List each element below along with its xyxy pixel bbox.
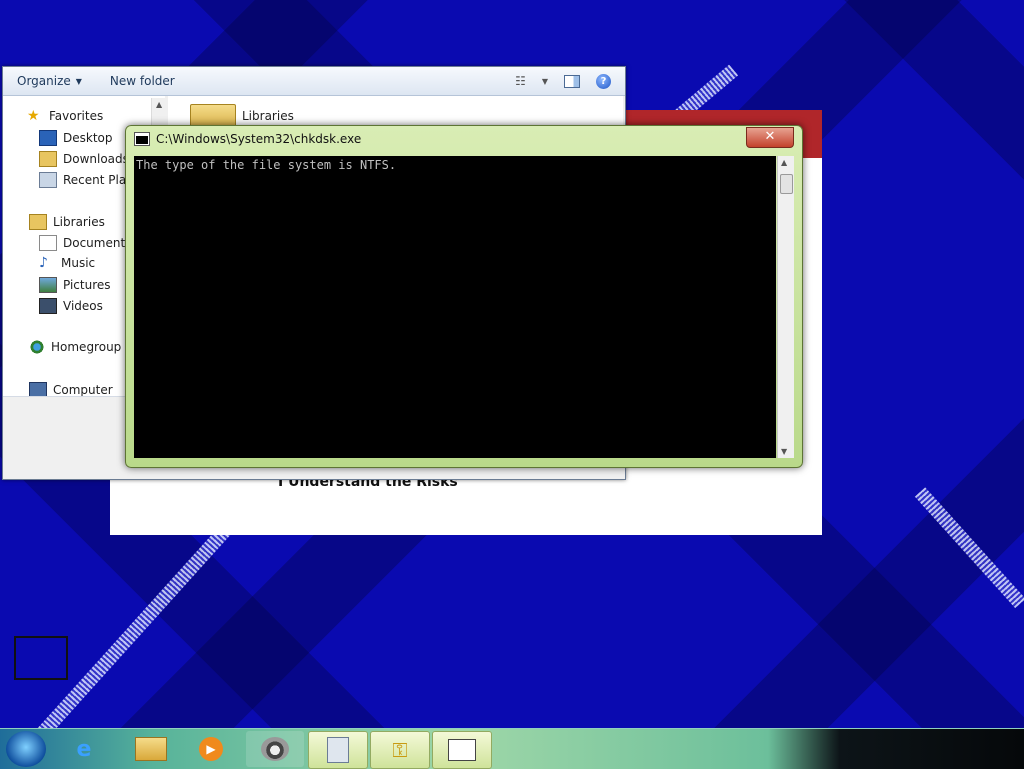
pictures-icon	[39, 277, 57, 293]
nav-downloads[interactable]: Downloads	[39, 151, 129, 167]
nav-label: Music	[61, 256, 96, 270]
explorer-toolbar: Organize ▼ New folder ☷ ▼ ?	[3, 67, 625, 96]
taskbar: e ▶ ⚿	[0, 728, 1024, 769]
chevron-down-icon: ▼	[75, 76, 82, 86]
new-folder-button[interactable]: New folder	[110, 74, 175, 88]
nav-videos[interactable]: Videos	[39, 298, 103, 314]
taskbar-ie-icon[interactable]: e	[64, 731, 104, 767]
nav-desktop[interactable]: Desktop	[39, 130, 113, 146]
nav-homegroup[interactable]: Homegroup	[29, 340, 121, 354]
libraries-icon	[29, 214, 47, 230]
wallpaper-stripe	[914, 487, 1024, 609]
console-title-bar: C:\Windows\System32\chkdsk.exe	[134, 132, 361, 146]
nav-pictures[interactable]: Pictures	[39, 277, 111, 293]
videos-icon	[39, 298, 57, 314]
console-icon	[134, 132, 150, 146]
console-title: C:\Windows\System32\chkdsk.exe	[156, 132, 362, 146]
nav-music[interactable]: ♪ Music	[39, 256, 95, 270]
taskbar-console-icon[interactable]	[432, 731, 492, 769]
music-icon: ♪	[39, 255, 48, 271]
chkdsk-console-window: C:\Windows\System32\chkdsk.exe ✕ The typ…	[125, 125, 803, 468]
nav-label: Videos	[63, 299, 103, 313]
taskbar-keys-app-icon[interactable]: ⚿	[370, 731, 430, 769]
scroll-up-icon[interactable]: ▲	[156, 100, 162, 109]
change-view-icon[interactable]: ☷	[515, 74, 526, 88]
nav-label: Downloads	[63, 152, 129, 166]
chevron-down-icon[interactable]: ▼	[542, 77, 548, 86]
recent-places-icon	[39, 172, 57, 188]
nav-label: Pictures	[63, 278, 111, 292]
star-icon: ★	[27, 108, 40, 124]
console-output[interactable]: The type of the file system is NTFS.	[134, 156, 776, 458]
documents-icon	[39, 235, 57, 251]
close-button[interactable]: ✕	[746, 127, 794, 148]
homegroup-icon	[29, 340, 45, 354]
console-scrollbar[interactable]: ▲ ▼	[777, 156, 794, 458]
nav-favorites[interactable]: ★ Favorites	[27, 109, 103, 123]
help-icon[interactable]: ?	[596, 73, 611, 89]
taskbar-calculator-icon[interactable]	[308, 731, 368, 769]
taskbar-explorer-icon[interactable]	[122, 731, 180, 767]
nav-label: Desktop	[63, 131, 113, 145]
start-button[interactable]	[6, 731, 46, 767]
taskbar-media-player-icon[interactable]: ▶	[182, 731, 240, 767]
nav-libraries[interactable]: Libraries	[29, 214, 105, 230]
nav-documents[interactable]: Documents	[39, 235, 131, 251]
scroll-thumb[interactable]	[780, 174, 793, 194]
new-folder-label: New folder	[109, 74, 175, 88]
nav-label: Computer	[53, 383, 113, 397]
taskbar-raccoon-app-icon[interactable]	[246, 731, 304, 767]
nav-label: Homegroup	[51, 340, 122, 354]
scroll-up-icon[interactable]: ▲	[781, 158, 787, 167]
organize-button[interactable]: Organize ▼	[17, 74, 82, 88]
preview-pane-icon[interactable]	[564, 74, 580, 88]
desktop-shortcut-icon[interactable]	[14, 636, 68, 680]
downloads-folder-icon	[39, 151, 57, 167]
nav-label: Documents	[63, 236, 132, 250]
close-icon: ✕	[764, 129, 776, 144]
libraries-header: Libraries	[242, 109, 294, 123]
nav-label: Favorites	[49, 109, 104, 123]
nav-label: Libraries	[53, 215, 105, 229]
organize-label: Organize	[17, 74, 71, 88]
desktop-icon	[39, 130, 57, 146]
scroll-down-icon[interactable]: ▼	[781, 447, 787, 456]
